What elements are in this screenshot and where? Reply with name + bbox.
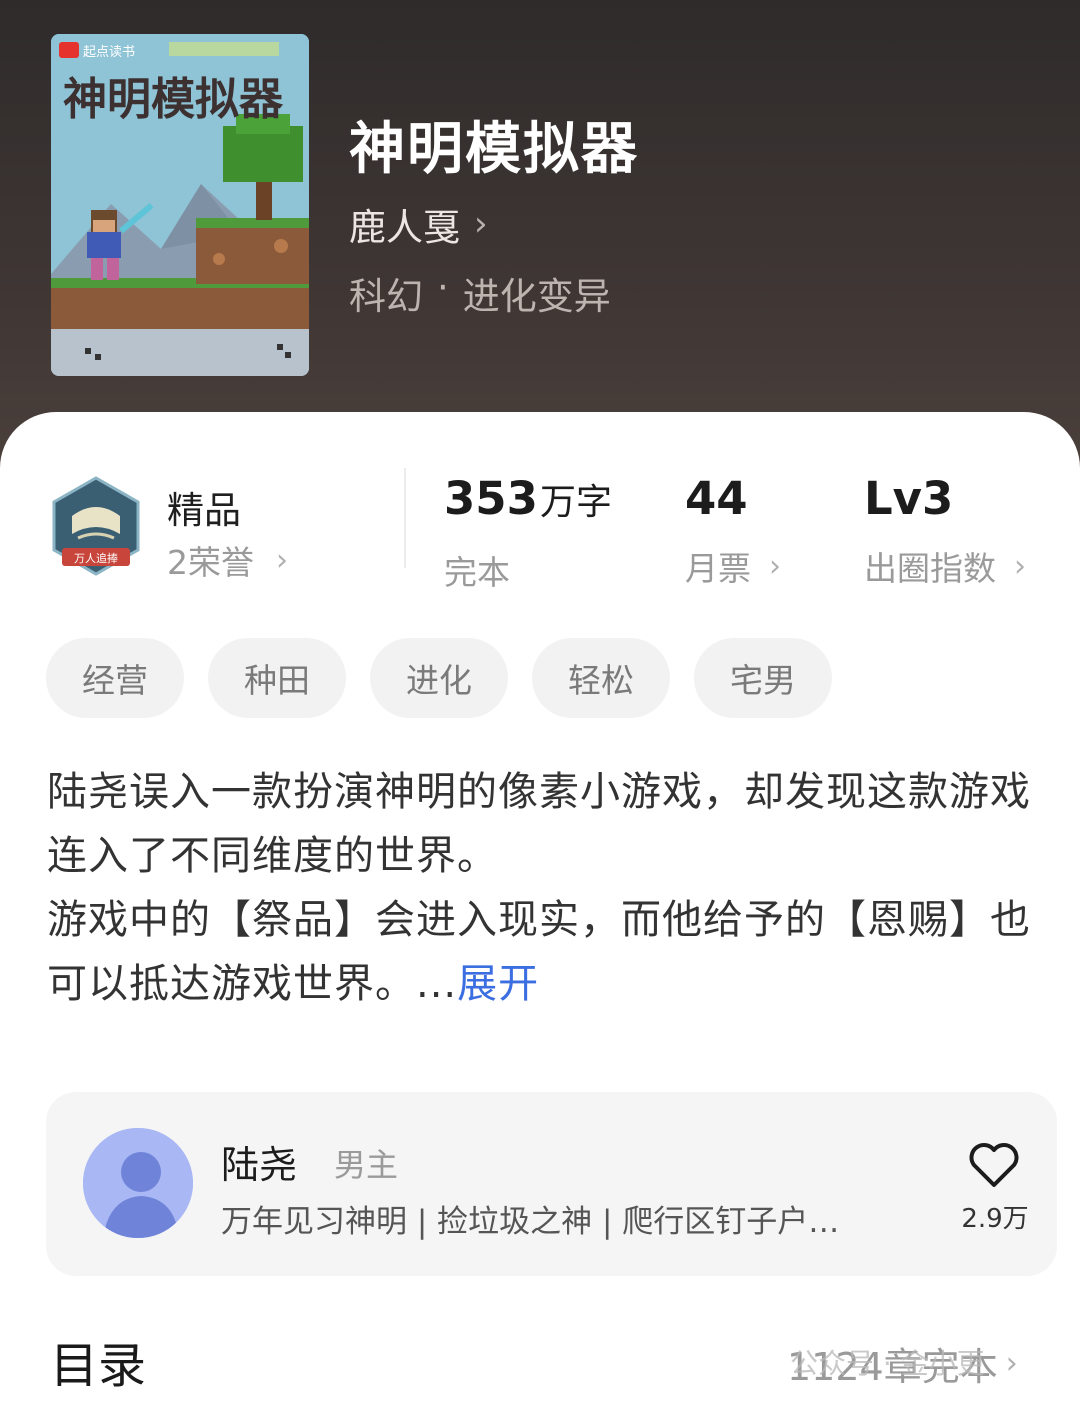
stats-row: 万人追捧 精品 2荣誉 › 353万字 完本 44 月票 › Lv3 出圈指数 ›: [0, 466, 1080, 592]
word-count-label: 完本: [444, 553, 510, 592]
book-cover[interactable]: 起点读书 神明模拟器: [51, 34, 309, 376]
monthly-votes-label: 月票: [685, 549, 751, 588]
circle-index-label: 出圈指数: [864, 549, 996, 588]
honor-count: 2荣誉: [167, 543, 254, 582]
circle-index-stat[interactable]: Lv3 出圈指数 ›: [864, 470, 1026, 590]
toc-title: 目录: [50, 1338, 147, 1394]
honor-title: 精品: [167, 489, 241, 532]
character-name: 陆尧: [221, 1143, 298, 1187]
book-title: 神明模拟器: [349, 117, 639, 182]
honor-link[interactable]: 2荣誉 ›: [167, 536, 288, 584]
chevron-right-icon: ›: [1005, 1346, 1018, 1381]
tag-chip[interactable]: 宅男: [694, 638, 832, 718]
avatar: [83, 1128, 193, 1238]
honor-badge-icon[interactable]: 万人追捧: [48, 476, 144, 580]
like-count: 2.9万: [961, 1204, 1029, 1234]
expand-link[interactable]: 展开: [457, 961, 539, 1007]
chevron-right-icon: ›: [474, 204, 488, 244]
cover-title: 神明模拟器: [63, 74, 284, 125]
chevron-right-icon: ›: [1014, 548, 1026, 584]
character-role: 男主: [334, 1146, 399, 1184]
chevron-right-icon: ›: [769, 548, 781, 584]
genre-line: 科幻 · 进化变异: [349, 266, 611, 320]
tag-chip[interactable]: 经营: [46, 638, 184, 718]
tag-list: 经营 种田 进化 轻松 宅男: [46, 638, 832, 718]
circle-index-value: Lv3: [864, 472, 954, 525]
tag-chip[interactable]: 轻松: [532, 638, 670, 718]
book-description: 陆尧误入一款扮演神明的像素小游戏，却发现这款游戏连入了不同维度的世界。 游戏中的…: [47, 760, 1042, 1016]
word-count-unit: 万字: [539, 482, 612, 523]
chevron-right-icon: ›: [276, 542, 288, 578]
word-count-value: 353: [444, 472, 538, 525]
character-desc: 万年见习神明 | 捡垃圾之神 | 爬行区钉子户…: [221, 1204, 840, 1240]
divider: [404, 468, 406, 568]
word-count-stat: 353万字 完本: [444, 470, 612, 594]
author-name: 鹿人戛: [349, 206, 460, 249]
genre-main[interactable]: 科幻: [349, 266, 423, 320]
genre-separator: ·: [437, 266, 449, 309]
book-cover-art: 起点读书 神明模拟器: [51, 34, 309, 376]
monthly-votes-stat[interactable]: 44 月票 ›: [685, 470, 781, 590]
genre-sub[interactable]: 进化变异: [463, 266, 611, 320]
tag-chip[interactable]: 种田: [208, 638, 346, 718]
cover-brand: 起点读书: [83, 44, 135, 59]
tag-chip[interactable]: 进化: [370, 638, 508, 718]
author-link[interactable]: 鹿人戛 ›: [349, 197, 488, 251]
heart-icon[interactable]: [968, 1142, 1020, 1188]
watermark-text: 公众号 · 金小更: [790, 1347, 985, 1380]
watermark: 公众号 · 金小更: [790, 1342, 985, 1382]
badge-text: 万人追捧: [74, 551, 118, 565]
monthly-votes-value: 44: [685, 472, 748, 525]
character-card[interactable]: 陆尧 男主 万年见习神明 | 捡垃圾之神 | 爬行区钉子户… 2.9万: [46, 1092, 1057, 1276]
description-line: 陆尧误入一款扮演神明的像素小游戏，却发现这款游戏连入了不同维度的世界。: [47, 769, 1031, 879]
